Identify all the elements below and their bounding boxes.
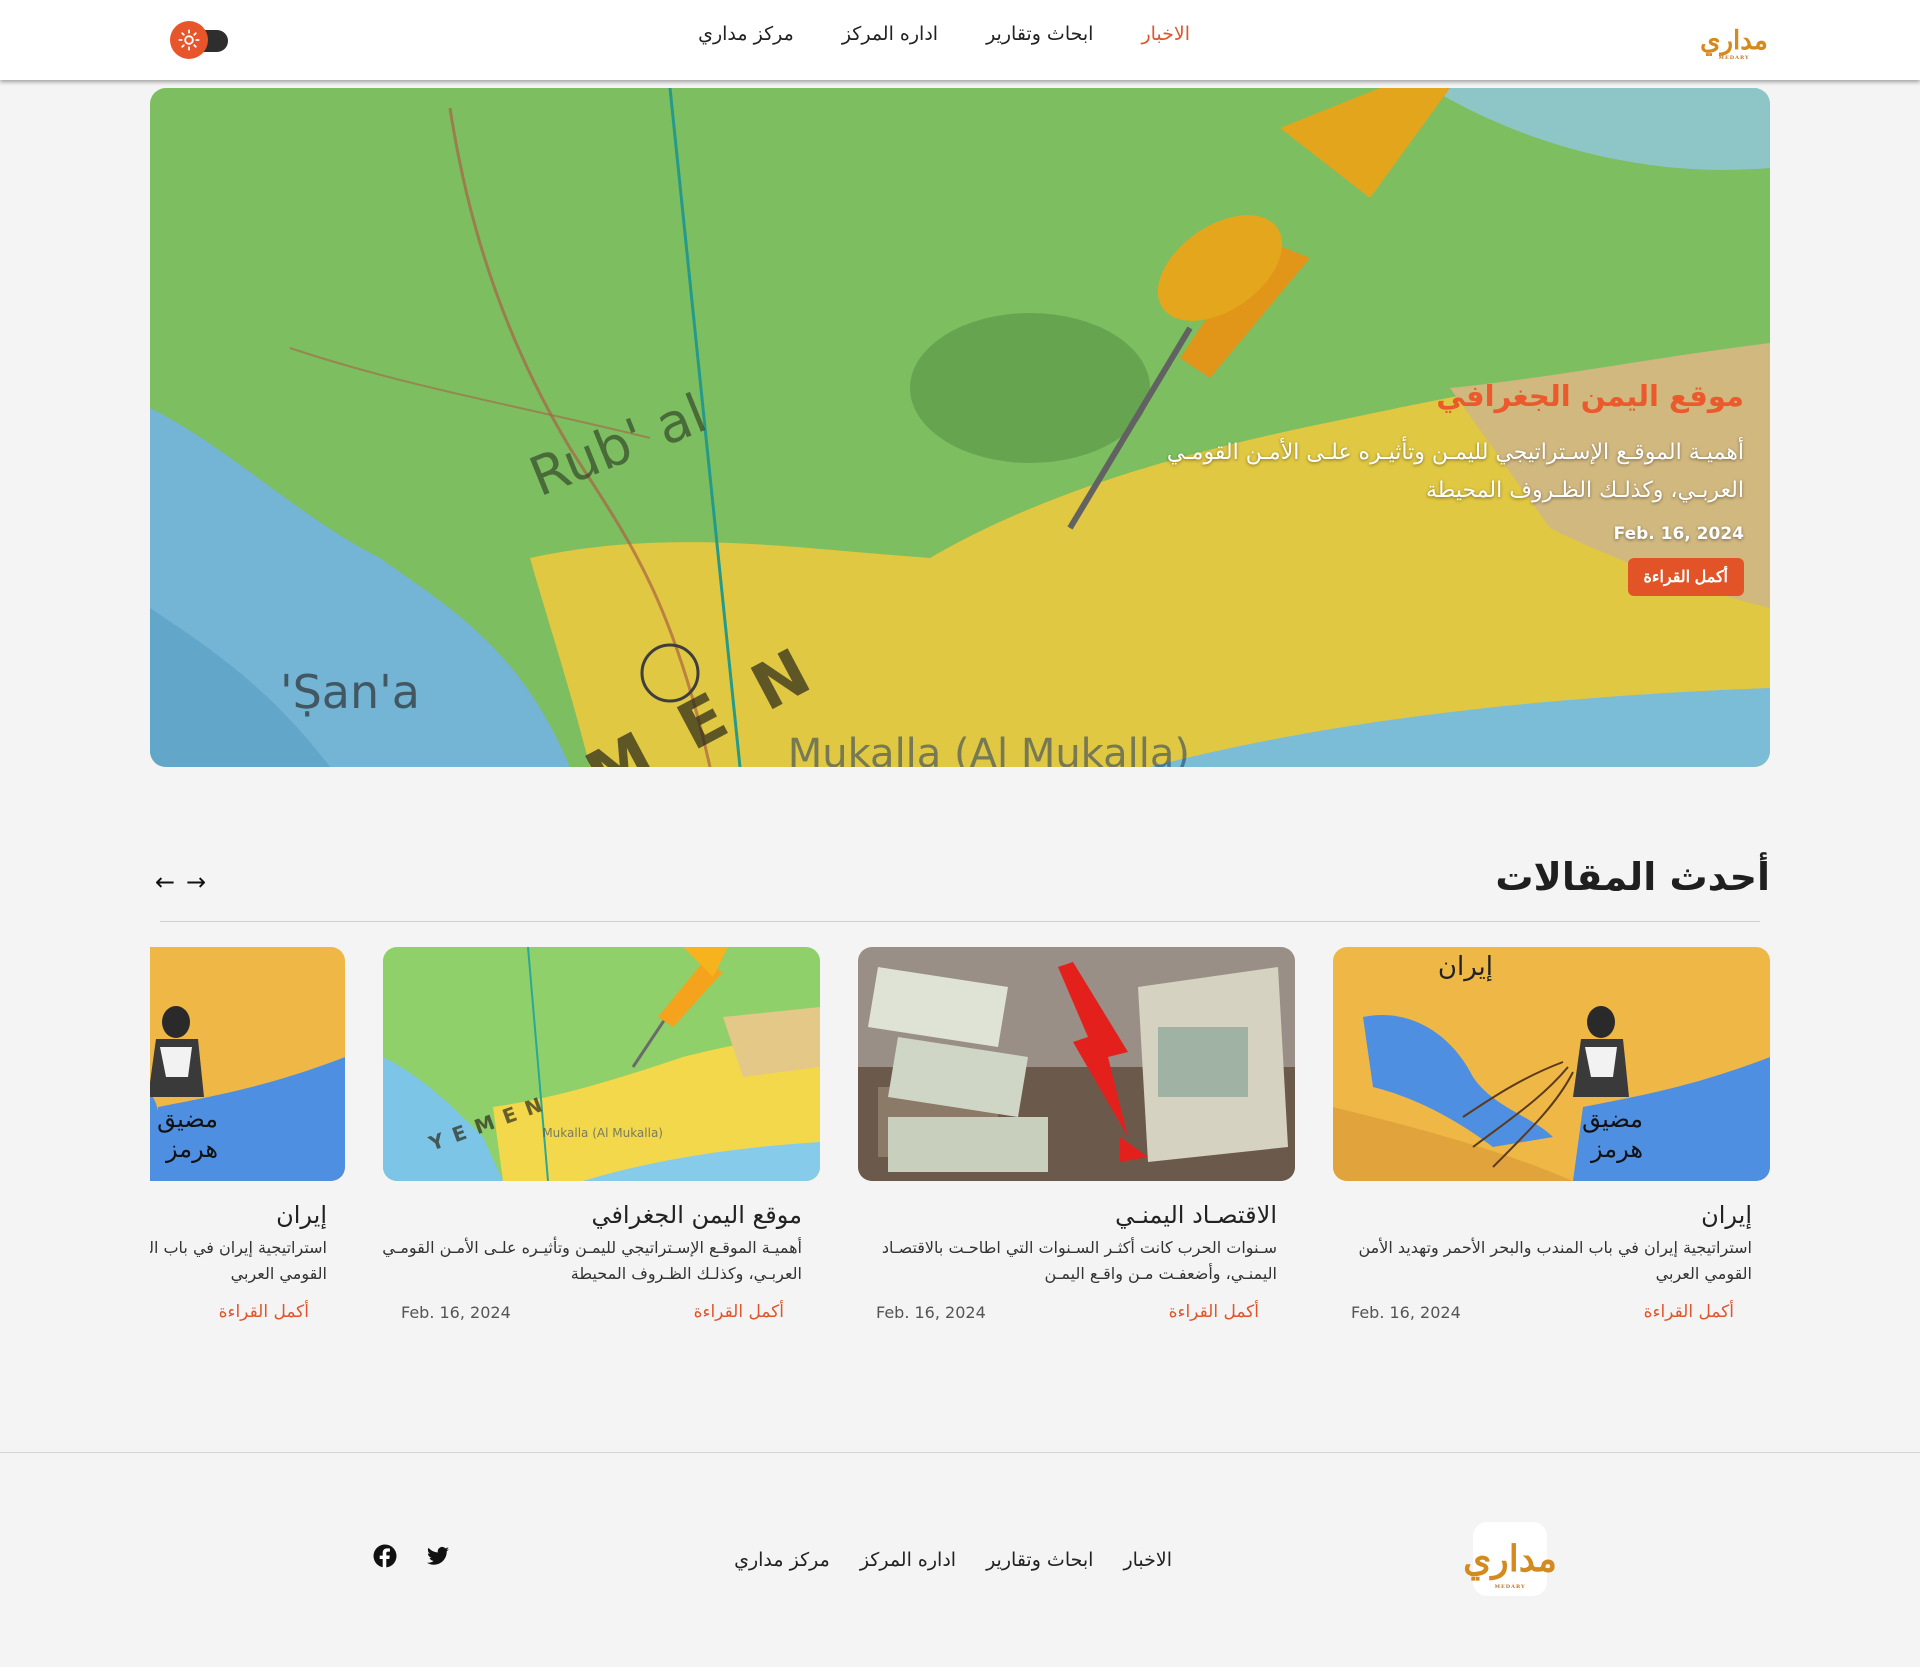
footer-logo[interactable]: مداري MEDARY [1463,1522,1557,1596]
footer-nav-madari-center[interactable]: مركز مداري [734,1548,830,1572]
article-card-yemen-location[interactable]: ARABIA YEMEN Mukalla (Al Mukalla) موقع ا… [382,947,820,1327]
latest-articles-title: أحدث المقالات [1495,855,1770,899]
card-description: أهميـة الموقـع الإسـتراتيجي لليمـن وتأثي… [382,1238,802,1283]
arrow-right-icon[interactable]: → [183,869,209,895]
hero-caption: موقع اليمن الجغرافي أهميـة الموقـع الإسـ… [1124,376,1744,596]
articles-carousel: إيران مضيق هرمز إيران استراتيجية إيران ف… [150,947,1770,1327]
card-title[interactable]: موقع اليمن الجغرافي [591,1199,802,1231]
twitter-icon[interactable] [424,1544,450,1570]
theme-toggle[interactable] [170,21,232,59]
hero-slider[interactable]: ARABIA Rub' al YEMEN EA smara Ṣan'a' Muk… [150,88,1770,767]
nav-research-reports[interactable]: ابحاث وتقارير [986,22,1093,46]
logo-text: مداري [1700,26,1768,56]
svg-text:Mukalla (Al Mukalla): Mukalla (Al Mukalla) [542,1126,663,1140]
footer-divider [0,1452,1920,1453]
card-image-currency [858,947,1295,1181]
nav-center-management[interactable]: اداره المركز [842,22,938,46]
nav-madari-center[interactable]: مركز مداري [698,22,794,46]
top-navbar: مداري MEDARY الاخبار ابحاث وتقارير اداره… [0,0,1920,80]
logo-subtext: MEDARY [1718,55,1750,61]
section-divider [160,921,1760,922]
nav-news[interactable]: الاخبار [1141,22,1190,46]
hero-read-more-button[interactable]: أكمل القراءة [1627,558,1744,596]
hero-title[interactable]: موقع اليمن الجغرافي [1124,376,1744,416]
card-description: استراتيجية إيران في باب المندب والبحر ال… [150,1238,327,1283]
card-title[interactable]: إيران [276,1199,327,1231]
footer-nav-center-management[interactable]: اداره المركز [860,1548,956,1572]
hero-date: Feb. 16, 2024 [1613,524,1744,544]
card-read-more-link[interactable]: أكمل القراءة [1644,1302,1734,1322]
card-read-more-link[interactable]: أكمل القراءة [694,1302,784,1322]
hero-description: أهميـة الموقـع الإسـتراتيجي لليمـن وتأثي… [1166,440,1744,503]
card-description: استراتيجية إيران في باب المندب والبحر ال… [1358,1238,1752,1283]
svg-text:مضيق: مضيق [157,1105,218,1133]
card-title[interactable]: إيران [1701,1199,1752,1231]
svg-text:هرمز: هرمز [165,1135,218,1163]
card-image-iran: إيران مضيق هرمز [1333,947,1770,1181]
card-image-iran: مضيق هرمز [150,947,345,1181]
svg-text:هرمز: هرمز [1590,1135,1643,1163]
footer-nav-news[interactable]: الاخبار [1123,1548,1172,1572]
svg-text:إيران: إيران [1438,952,1493,982]
card-read-more-link[interactable]: أكمل القراءة [1169,1302,1259,1322]
footer-nav-research-reports[interactable]: ابحاث وتقارير [986,1548,1093,1572]
card-title[interactable]: الاقتصـاد اليمنـي [1115,1199,1277,1231]
facebook-icon[interactable] [371,1544,397,1570]
svg-text:ARABIA: ARABIA [383,968,393,992]
article-card-iran-partial[interactable]: مضيق هرمز إيران استراتيجية إيران في باب … [150,947,345,1327]
card-description: سـنوات الحرب كانت أكثـر السـنوات التي اط… [881,1238,1277,1283]
card-image-yemen-map: ARABIA YEMEN Mukalla (Al Mukalla) [383,947,820,1181]
site-logo[interactable]: مداري MEDARY [1700,15,1768,67]
logo-text: مداري [1463,1538,1557,1580]
svg-text:مضيق: مضيق [1582,1105,1643,1133]
arrow-left-icon[interactable]: ← [152,869,178,895]
card-read-more-link[interactable]: أكمل القراءة [219,1302,309,1322]
card-date: Feb. 16, 2024 [876,1303,986,1322]
card-date: Feb. 16, 2024 [401,1303,511,1322]
card-date: Feb. 16, 2024 [1351,1303,1461,1322]
main-nav: الاخبار ابحاث وتقارير اداره المركز مركز … [650,22,1190,46]
article-card-iran[interactable]: إيران مضيق هرمز إيران استراتيجية إيران ف… [1333,947,1770,1327]
logo-subtext: MEDARY [1494,1584,1526,1590]
sun-icon [170,21,208,59]
footer-nav: الاخبار ابحاث وتقارير اداره المركز مركز … [704,1548,1172,1572]
article-card-yemen-economy[interactable]: الاقتصـاد اليمنـي سـنوات الحرب كانت أكثـ… [858,947,1295,1327]
